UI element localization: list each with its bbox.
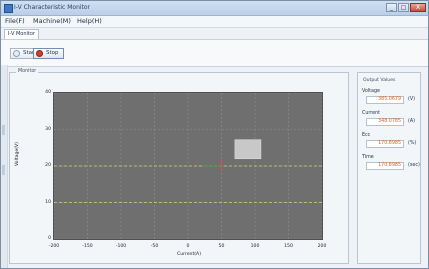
app-window: I-V Characteristic Monitor _ □ X File(F)… <box>0 0 429 269</box>
menu-machine[interactable]: Machine(M) <box>33 17 71 25</box>
strip-marker <box>2 125 5 135</box>
graph-panel-label: Monitor <box>16 69 39 74</box>
y-tick-label: 30 <box>45 126 51 132</box>
toolbar: Start Stop <box>1 39 428 67</box>
output-field-value: 170.8985 <box>366 140 404 148</box>
y-tick-label: 10 <box>45 199 51 205</box>
window-title: I-V Characteristic Monitor <box>14 4 91 11</box>
stop-button[interactable]: Stop <box>33 48 64 59</box>
x-tick-label: 100 <box>250 244 260 249</box>
output-field-label: Current <box>362 111 381 116</box>
data-popup <box>234 139 262 160</box>
close-button[interactable]: X <box>410 3 426 12</box>
output-field-value: 170.8985 <box>366 162 404 170</box>
output-field-unit: (A) <box>408 119 416 124</box>
stop-icon <box>36 50 43 57</box>
menu-bar: File(F) Machine(M) Help(H) <box>1 16 428 28</box>
minimize-button[interactable]: _ <box>386 3 397 12</box>
x-tick-label: -50 <box>150 244 159 249</box>
title-bar[interactable]: I-V Characteristic Monitor _ □ X <box>1 1 428 16</box>
y-tick-label: 0 <box>48 236 51 241</box>
output-field-label: Time <box>362 155 374 160</box>
x-tick-label: 0 <box>186 244 190 249</box>
output-field-label: Voltage <box>362 89 380 94</box>
tab-strip: I-V Monitor <box>1 28 428 39</box>
menu-help[interactable]: Help(H) <box>77 17 102 25</box>
x-tick-label: -150 <box>82 244 93 249</box>
y-axis-label: Voltage(V) <box>15 142 20 166</box>
menu-file[interactable]: File(F) <box>5 17 25 25</box>
output-field-label: Ecc <box>362 133 371 138</box>
x-tick-label: -100 <box>115 244 127 249</box>
x-axis-label: Current(A) <box>177 252 201 257</box>
start-icon <box>13 50 20 57</box>
y-tick-label: 40 <box>45 90 51 95</box>
stop-button-label: Stop <box>46 50 59 56</box>
output-field-value: 348.0785 <box>366 118 404 126</box>
window-controls: _ □ X <box>385 3 426 12</box>
output-field-unit: (V) <box>408 97 416 102</box>
x-tick-label: 50 <box>218 244 225 249</box>
plot-area[interactable] <box>53 92 323 240</box>
maximize-button[interactable]: □ <box>398 3 409 12</box>
output-values-header: Output Values <box>363 78 396 83</box>
output-field-value: 385.0679 <box>366 96 404 104</box>
x-tick-label: 150 <box>284 244 293 249</box>
tab-iv-monitor[interactable]: I-V Monitor <box>4 29 40 39</box>
x-tick-label: 200 <box>317 244 327 249</box>
output-field-unit: (%) <box>408 141 417 146</box>
output-values-panel: Output Values Voltage 385.0679 (V) Current 3… <box>357 72 421 264</box>
output-field-unit: (sec) <box>408 163 420 168</box>
plot-svg <box>53 92 323 240</box>
x-tick-label: -200 <box>48 244 60 249</box>
left-side-strip <box>1 65 8 268</box>
strip-marker <box>2 165 5 175</box>
app-icon <box>4 4 13 13</box>
y-tick-label: 20 <box>45 163 51 168</box>
